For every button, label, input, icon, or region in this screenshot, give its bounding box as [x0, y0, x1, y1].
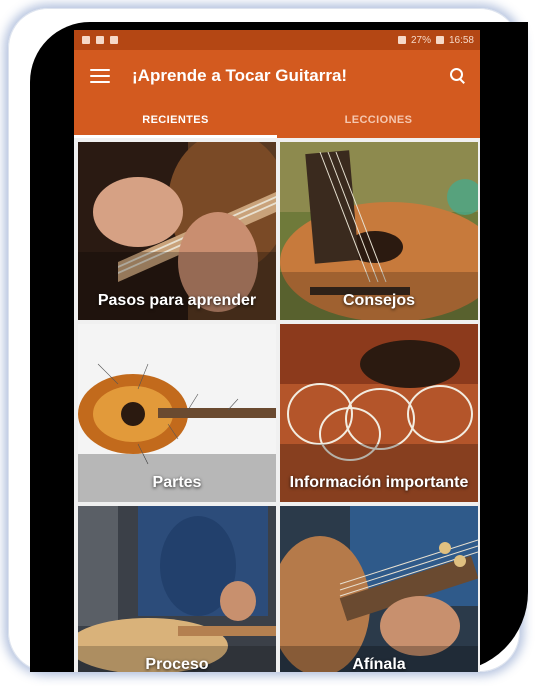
phone-screen: 27% 16:58 ¡Aprende a Tocar Guitarra! REC… [74, 30, 480, 672]
tab-bar: RECIENTES LECCIONES [74, 102, 480, 138]
tab-indicator [74, 135, 277, 138]
tile-label: Consejos [342, 292, 415, 309]
tile-consejos[interactable]: Consejos [280, 142, 478, 320]
battery-icon [435, 36, 444, 44]
tile-label: Proceso [145, 656, 209, 672]
app-title: ¡Aprende a Tocar Guitarra! [132, 66, 348, 85]
tile-afinala[interactable]: Afínala [280, 506, 478, 672]
tile-pasos-para-aprender[interactable]: Pasos para aprender [78, 142, 276, 320]
tile-informacion-importante[interactable]: Información importante [280, 324, 478, 502]
tab-recientes[interactable]: RECIENTES [74, 102, 277, 138]
notification-icon [96, 36, 104, 44]
app-bar: ¡Aprende a Tocar Guitarra! [74, 50, 480, 102]
tile-label: Afínala [352, 656, 406, 672]
signal-icon [397, 36, 406, 44]
tile-label: Pasos para aprender [97, 292, 257, 309]
guitar-workshop-photo [78, 506, 276, 672]
status-bar: 27% 16:58 [74, 30, 480, 50]
status-time: 16:58 [448, 34, 474, 46]
search-icon[interactable] [448, 66, 468, 86]
tile-partes[interactable]: Partes [78, 324, 276, 502]
tile-grid: Pasos para aprender Consejos Partes Info… [74, 138, 480, 672]
tab-lecciones[interactable]: LECCIONES [277, 102, 480, 138]
tile-proceso[interactable]: Proceso [78, 506, 276, 672]
notification-icon [82, 36, 90, 44]
warning-icon [110, 36, 118, 44]
menu-icon[interactable] [90, 69, 110, 83]
tile-label: Partes [152, 474, 202, 491]
guitar-tuning-photo [280, 506, 478, 672]
battery-percent: 27% [410, 34, 431, 46]
tile-label: Información importante [289, 474, 469, 491]
